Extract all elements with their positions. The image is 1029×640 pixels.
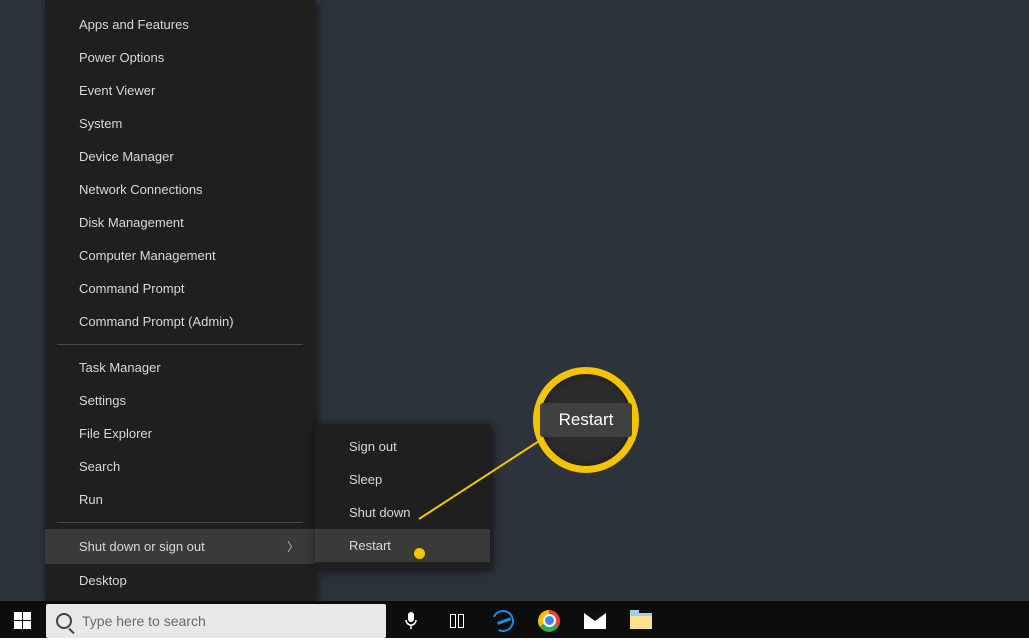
annotation-label: Restart [559,410,614,430]
menu-item-label: Run [79,492,103,507]
menu-item-label: Settings [79,393,126,408]
menu-separator [57,522,303,523]
menu-apps-features[interactable]: Apps and Features [45,8,315,41]
menu-item-label: Command Prompt [79,281,184,296]
submenu-item-label: Sign out [349,439,397,454]
menu-item-label: Disk Management [79,215,184,230]
menu-power-options[interactable]: Power Options [45,41,315,74]
microphone-icon [404,611,418,631]
taskbar-file-explorer[interactable] [618,601,664,640]
menu-search[interactable]: Search [45,450,315,483]
menu-item-label: Desktop [79,573,127,588]
menu-item-label: Apps and Features [79,17,189,32]
chevron-right-icon: 〉 [287,538,299,555]
annotation-circle: Restart [533,367,639,473]
menu-file-explorer[interactable]: File Explorer [45,417,315,450]
search-icon [56,613,72,629]
winx-context-menu: Apps and Features Power Options Event Vi… [45,0,315,601]
menu-item-label: System [79,116,122,131]
search-placeholder: Type here to search [82,613,206,629]
menu-item-label: Network Connections [79,182,203,197]
task-view-icon [450,614,464,628]
annotation-dot [414,548,425,559]
menu-settings[interactable]: Settings [45,384,315,417]
task-view-button[interactable] [434,601,480,640]
start-button[interactable] [0,601,44,640]
menu-disk-management[interactable]: Disk Management [45,206,315,239]
menu-run[interactable]: Run [45,483,315,516]
menu-item-label: Device Manager [79,149,174,164]
menu-item-label: Computer Management [79,248,216,263]
menu-item-label: Task Manager [79,360,161,375]
menu-network-connections[interactable]: Network Connections [45,173,315,206]
submenu-sign-out[interactable]: Sign out [315,430,490,463]
taskbar: Type here to search [0,601,1029,640]
menu-item-label: Power Options [79,50,164,65]
menu-item-label: Shut down or sign out [79,539,205,554]
menu-item-label: Event Viewer [79,83,155,98]
taskbar-chrome[interactable] [526,601,572,640]
menu-item-label: Command Prompt (Admin) [79,314,234,329]
edge-icon [489,606,517,634]
submenu-item-label: Sleep [349,472,382,487]
menu-task-manager[interactable]: Task Manager [45,351,315,384]
taskbar-mail[interactable] [572,601,618,640]
desktop[interactable]: Apps and Features Power Options Event Vi… [0,0,1029,601]
menu-event-viewer[interactable]: Event Viewer [45,74,315,107]
menu-desktop[interactable]: Desktop [45,564,315,597]
chrome-icon [538,610,560,632]
windows-logo-icon [14,612,31,629]
shutdown-submenu: Sign out Sleep Shut down Restart [315,424,490,568]
menu-device-manager[interactable]: Device Manager [45,140,315,173]
menu-item-label: Search [79,459,120,474]
submenu-item-label: Shut down [349,505,410,520]
menu-computer-management[interactable]: Computer Management [45,239,315,272]
menu-shutdown-signout[interactable]: Shut down or sign out 〉 [45,529,315,564]
menu-separator [57,344,303,345]
submenu-shut-down[interactable]: Shut down [315,496,490,529]
submenu-item-label: Restart [349,538,391,553]
submenu-restart[interactable]: Restart [315,529,490,562]
menu-command-prompt[interactable]: Command Prompt [45,272,315,305]
mail-icon [584,613,606,629]
file-explorer-icon [630,613,652,629]
taskbar-search-box[interactable]: Type here to search [46,604,386,638]
menu-system[interactable]: System [45,107,315,140]
menu-command-prompt-admin[interactable]: Command Prompt (Admin) [45,305,315,338]
menu-item-label: File Explorer [79,426,152,441]
annotation-zoom-row: Restart [540,403,632,437]
cortana-button[interactable] [388,601,434,640]
taskbar-edge[interactable] [480,601,526,640]
